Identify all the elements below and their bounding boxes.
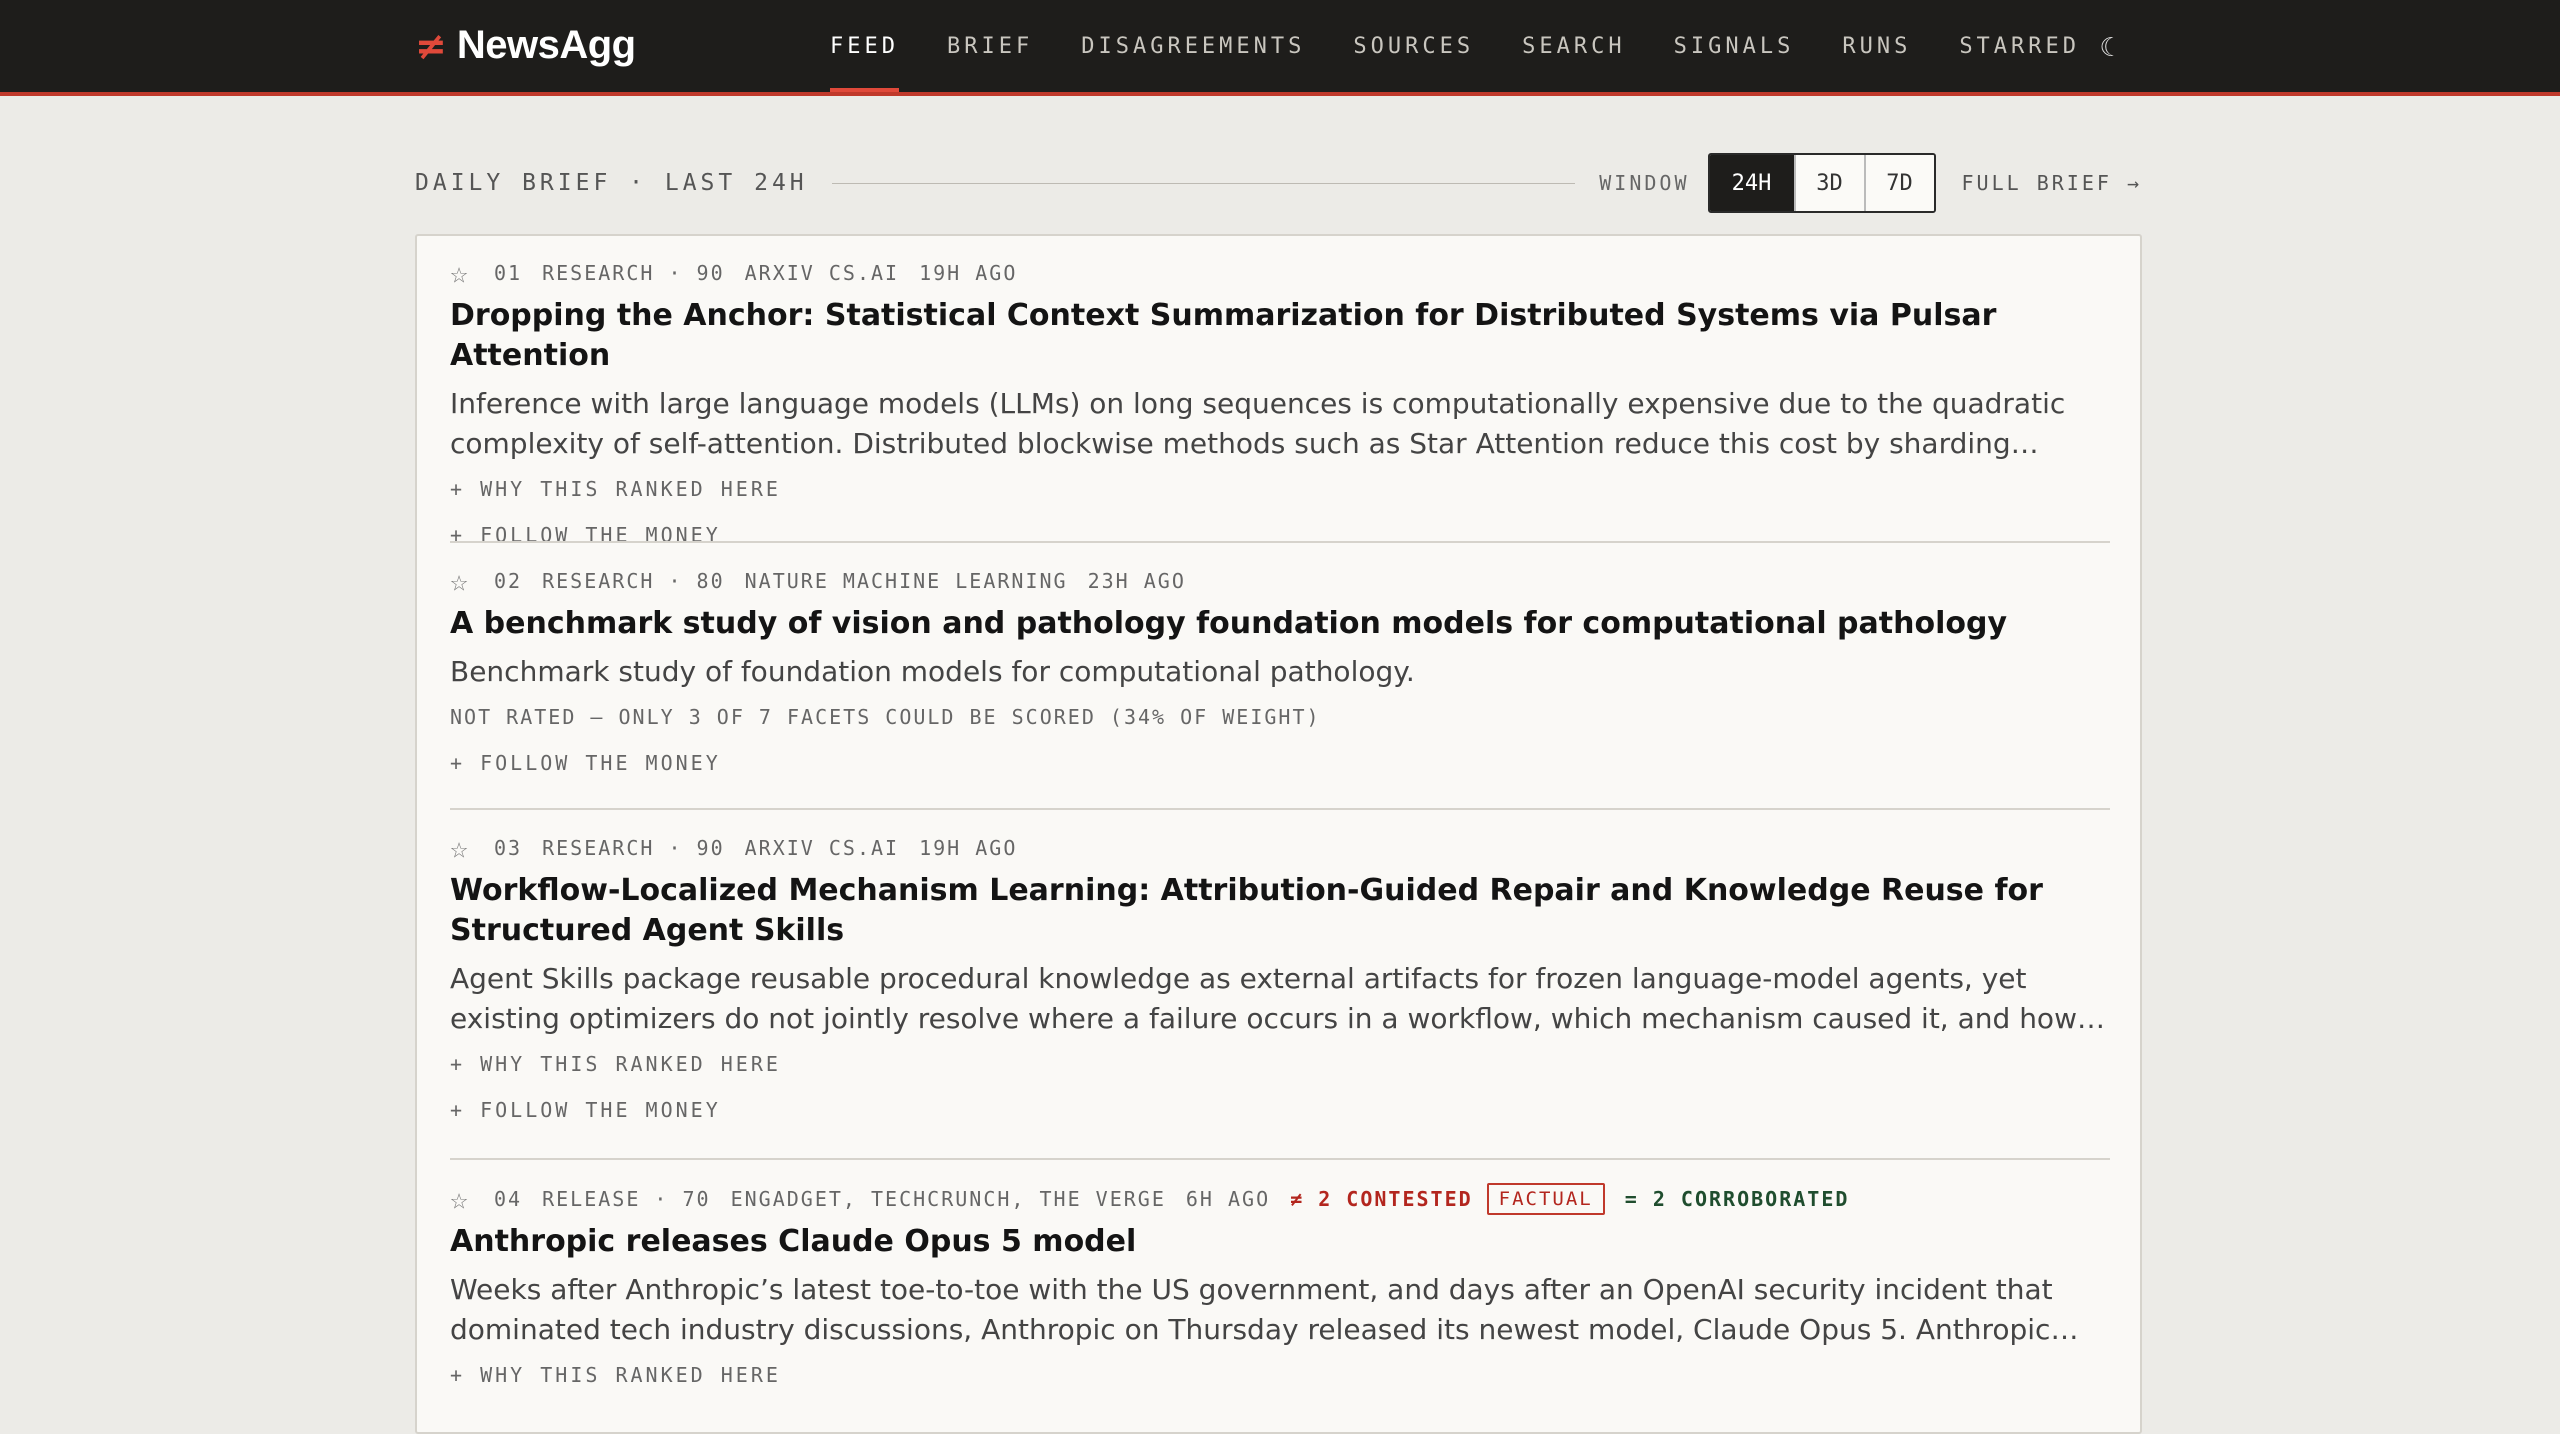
not-equal-icon: ≠ bbox=[415, 23, 447, 68]
item-age: 6H AGO bbox=[1185, 1187, 1271, 1211]
item-divider bbox=[450, 1158, 2110, 1160]
brand-name: NewsAgg bbox=[456, 23, 636, 67]
item-meta: ☆ 01 RESEARCH · 90 ARXIV CS.AI 19H AGO bbox=[450, 256, 2110, 291]
item-rank: 04 bbox=[494, 1187, 523, 1211]
not-rated-note: NOT RATED — ONLY 3 OF 7 FACETS COULD BE … bbox=[450, 705, 1321, 729]
contested-count: ≠ 2 CONTESTED bbox=[1290, 1187, 1473, 1211]
star-icon[interactable]: ☆ bbox=[450, 564, 480, 599]
nav-signals[interactable]: SIGNALS bbox=[1650, 0, 1819, 92]
item-category: RESEARCH · 90 bbox=[542, 836, 725, 860]
nav-search[interactable]: SEARCH bbox=[1498, 0, 1649, 92]
item-divider bbox=[450, 808, 2110, 810]
item-age: 23H AGO bbox=[1087, 569, 1186, 593]
window-label: WINDOW bbox=[1599, 171, 1690, 195]
star-icon[interactable]: ☆ bbox=[450, 831, 480, 866]
item-title[interactable]: Anthropic releases Claude Opus 5 model bbox=[450, 1222, 2110, 1262]
brief-header: DAILY BRIEF · LAST 24H WINDOW 24H 3D 7D … bbox=[415, 153, 2143, 213]
moon-icon[interactable]: ☾ bbox=[2096, 32, 2126, 62]
item-source: NATURE MACHINE LEARNING bbox=[744, 569, 1068, 593]
window-7d-button[interactable]: 7D bbox=[1863, 155, 1934, 211]
item-meta: ☆ 02 RESEARCH · 80 NATURE MACHINE LEARNI… bbox=[450, 564, 2110, 599]
star-icon[interactable]: ☆ bbox=[450, 256, 480, 291]
list-item: ☆ 01 RESEARCH · 90 ARXIV CS.AI 19H AGO D… bbox=[450, 256, 2110, 558]
item-rank: 02 bbox=[494, 569, 523, 593]
item-category: RESEARCH · 90 bbox=[542, 261, 725, 285]
item-title[interactable]: A benchmark study of vision and patholog… bbox=[450, 604, 2110, 644]
nav-feed[interactable]: FEED bbox=[806, 0, 923, 92]
window-selector: 24H 3D 7D bbox=[1707, 153, 1936, 213]
corroborated-count: = 2 CORROBORATED bbox=[1624, 1187, 1850, 1211]
brief-title: DAILY BRIEF · LAST 24H bbox=[415, 170, 808, 196]
brand-logo[interactable]: ≠ NewsAgg bbox=[415, 23, 636, 68]
nav-sources[interactable]: SOURCES bbox=[1329, 0, 1498, 92]
item-divider bbox=[450, 541, 2110, 543]
why-ranked-toggle[interactable]: + WHY THIS RANKED HERE bbox=[450, 1352, 2110, 1398]
item-rank: 03 bbox=[494, 836, 523, 860]
main-nav: FEED BRIEF DISAGREEMENTS SOURCES SEARCH … bbox=[806, 0, 2104, 92]
item-category: RESEARCH · 80 bbox=[542, 569, 725, 593]
nav-starred[interactable]: STARRED bbox=[1935, 0, 2104, 92]
follow-money-toggle[interactable]: + FOLLOW THE MONEY bbox=[450, 512, 2110, 558]
list-item: ☆ 03 RESEARCH · 90 ARXIV CS.AI 19H AGO W… bbox=[450, 831, 2110, 1133]
item-summary: Inference with large language models (LL… bbox=[450, 387, 2066, 460]
star-icon[interactable]: ☆ bbox=[450, 1182, 480, 1217]
why-ranked-toggle[interactable]: + WHY THIS RANKED HERE bbox=[450, 1041, 2110, 1087]
full-brief-link[interactable]: FULL BRIEF → bbox=[1962, 171, 2143, 195]
list-item: ☆ 02 RESEARCH · 80 NATURE MACHINE LEARNI… bbox=[450, 564, 2110, 786]
window-3d-button[interactable]: 3D bbox=[1793, 155, 1864, 211]
item-title[interactable]: Workflow-Localized Mechanism Learning: A… bbox=[450, 871, 2110, 951]
item-source: ARXIV CS.AI bbox=[744, 836, 900, 860]
top-nav-bar: ≠ NewsAgg FEED BRIEF DISAGREEMENTS SOURC… bbox=[0, 0, 2560, 96]
item-summary: Agent Skills package reusable procedural… bbox=[450, 962, 2077, 1035]
item-age: 19H AGO bbox=[919, 261, 1018, 285]
item-meta: ☆ 03 RESEARCH · 90 ARXIV CS.AI 19H AGO bbox=[450, 831, 2110, 866]
item-age: 19H AGO bbox=[919, 836, 1018, 860]
item-title[interactable]: Dropping the Anchor: Statistical Context… bbox=[450, 296, 2110, 376]
item-rank: 01 bbox=[494, 261, 523, 285]
nav-runs[interactable]: RUNS bbox=[1818, 0, 1935, 92]
feed-list: ☆ 01 RESEARCH · 90 ARXIV CS.AI 19H AGO D… bbox=[415, 234, 2142, 1434]
item-category: RELEASE · 70 bbox=[542, 1187, 711, 1211]
nav-brief[interactable]: BRIEF bbox=[923, 0, 1057, 92]
follow-money-toggle[interactable]: + FOLLOW THE MONEY bbox=[450, 740, 2110, 786]
item-source: ENGADGET, TECHCRUNCH, THE VERGE bbox=[730, 1187, 1166, 1211]
item-summary: Weeks after Anthropic’s latest toe-to-to… bbox=[450, 1273, 2053, 1346]
window-24h-button[interactable]: 24H bbox=[1709, 155, 1794, 211]
list-item: ☆ 04 RELEASE · 70 ENGADGET, TECHCRUNCH, … bbox=[450, 1182, 2110, 1398]
item-summary: Benchmark study of foundation models for… bbox=[450, 655, 1415, 688]
nav-disagreements[interactable]: DISAGREEMENTS bbox=[1057, 0, 1329, 92]
item-source: ARXIV CS.AI bbox=[744, 261, 900, 285]
follow-money-toggle[interactable]: + FOLLOW THE MONEY bbox=[450, 1087, 2110, 1133]
factual-badge: FACTUAL bbox=[1486, 1183, 1605, 1215]
item-meta: ☆ 04 RELEASE · 70 ENGADGET, TECHCRUNCH, … bbox=[450, 1182, 2110, 1217]
why-ranked-toggle[interactable]: + WHY THIS RANKED HERE bbox=[450, 466, 2110, 512]
divider bbox=[831, 182, 1576, 184]
